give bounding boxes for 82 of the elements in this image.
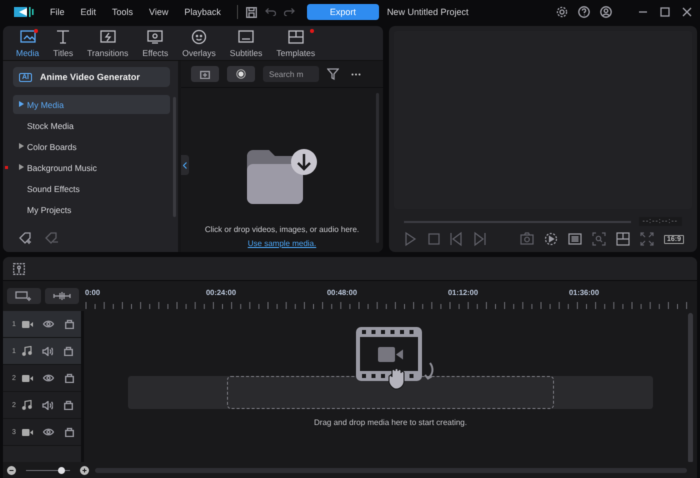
layout-icon[interactable] — [616, 232, 630, 246]
eye-icon[interactable] — [43, 374, 54, 382]
eye-icon[interactable] — [43, 428, 54, 436]
folder-download-icon — [245, 148, 319, 206]
list-icon[interactable] — [568, 232, 582, 246]
speaker-icon[interactable] — [42, 400, 53, 410]
menu-item[interactable]: Playback — [176, 7, 229, 17]
zoom-out-icon[interactable] — [7, 466, 16, 474]
tab[interactable]: Overlays — [175, 26, 223, 60]
drop-zone[interactable] — [128, 376, 653, 409]
sidebar-item[interactable]: Sound Effects — [13, 179, 170, 198]
collapse-button[interactable] — [181, 155, 189, 175]
caret-icon — [19, 142, 24, 148]
add-track-button[interactable] — [7, 288, 41, 304]
lock-icon[interactable] — [65, 427, 74, 437]
camera-icon[interactable] — [520, 232, 534, 246]
redo-icon[interactable] — [284, 8, 295, 16]
sidebar-item[interactable]: Stock Media — [13, 116, 170, 135]
lock-icon[interactable] — [64, 346, 73, 356]
tag-add-icon[interactable] — [19, 232, 33, 244]
add-folder-icon — [200, 70, 210, 78]
menu-item[interactable]: File — [42, 7, 73, 17]
add-track-icon — [15, 291, 33, 301]
fullscreen-icon[interactable] — [640, 232, 654, 246]
split-button[interactable] — [45, 288, 79, 304]
playback-quality-icon[interactable] — [544, 232, 558, 246]
video-camera-icon — [22, 374, 33, 382]
sidebar-item[interactable]: Background Music — [13, 158, 170, 177]
split-icon — [53, 292, 71, 300]
video-camera-icon — [22, 428, 33, 436]
sidebar-item[interactable]: My Media — [13, 95, 170, 114]
menu-item[interactable]: Tools — [104, 7, 142, 17]
sidebar-item[interactable]: Color Boards — [13, 137, 170, 156]
record-button[interactable] — [227, 66, 255, 82]
more-icon[interactable] — [351, 72, 361, 76]
chevron-left-icon — [183, 162, 187, 168]
tab[interactable]: Subtitles — [222, 26, 270, 60]
slider-thumb[interactable] — [58, 466, 66, 474]
app-logo-icon — [14, 6, 34, 18]
previous-frame-icon[interactable] — [450, 232, 463, 246]
search-field[interactable]: Search m — [263, 66, 319, 82]
lock-icon[interactable] — [64, 400, 73, 410]
settings-icon[interactable] — [556, 6, 568, 18]
timeline-marker-icon[interactable] — [13, 262, 25, 274]
layout-icon — [286, 28, 305, 46]
eye-icon[interactable] — [43, 320, 54, 328]
music-note-icon — [22, 346, 32, 356]
help-icon[interactable] — [578, 6, 590, 18]
save-icon[interactable] — [246, 6, 257, 18]
close-icon[interactable] — [682, 7, 692, 17]
tab[interactable]: Templates — [269, 26, 322, 60]
import-button[interactable] — [191, 66, 219, 82]
account-icon[interactable] — [600, 6, 612, 18]
maximize-icon[interactable] — [660, 7, 670, 17]
speaker-icon[interactable] — [42, 346, 53, 356]
stop-icon[interactable] — [427, 232, 440, 246]
sidebar-item[interactable]: My Projects — [13, 200, 170, 219]
smiley-icon — [190, 28, 208, 46]
play-icon[interactable] — [404, 232, 417, 246]
zoom-preview-icon[interactable] — [592, 232, 606, 246]
tab[interactable]: Titles — [46, 26, 80, 60]
sample-media-link[interactable]: Use sample media. — [248, 239, 316, 248]
tab[interactable]: Effects — [135, 26, 176, 60]
lock-icon[interactable] — [65, 319, 74, 329]
menu-item[interactable]: Edit — [72, 7, 104, 17]
menu-item[interactable]: View — [141, 7, 176, 17]
timeline-hint: Drag and drop media here to start creating. — [314, 418, 467, 427]
zoom-in-icon[interactable] — [80, 466, 89, 474]
drop-hint: Click or drop videos, images, or audio here. — [204, 225, 360, 234]
next-frame-icon[interactable] — [473, 232, 486, 246]
caret-icon — [19, 164, 24, 170]
tab[interactable]: Media — [9, 26, 46, 60]
video-camera-icon — [22, 320, 33, 328]
filter-icon[interactable] — [327, 68, 339, 80]
caret-icon — [19, 100, 24, 106]
music-note-icon — [22, 400, 32, 410]
record-icon — [236, 69, 246, 79]
lock-icon[interactable] — [65, 373, 74, 383]
horizontal-scrollbar[interactable] — [95, 468, 687, 472]
tab[interactable]: Transitions — [80, 26, 136, 60]
project-title: New Untitled Project — [386, 7, 468, 17]
undo-icon[interactable] — [264, 8, 276, 16]
